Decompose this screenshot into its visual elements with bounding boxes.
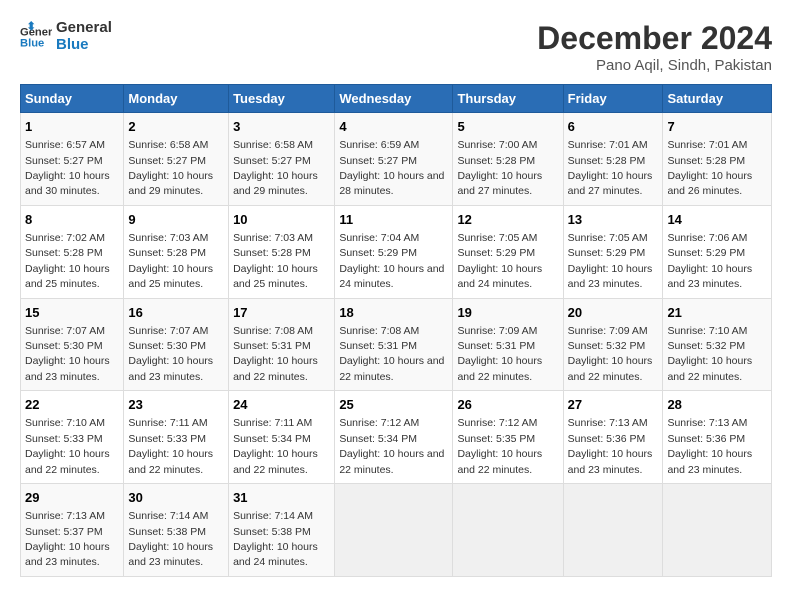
table-row: 14 Sunrise: 7:06 AMSunset: 5:29 PMDaylig… (663, 205, 772, 298)
calendar-week-3: 15 Sunrise: 7:07 AMSunset: 5:30 PMDaylig… (21, 298, 772, 391)
table-row: 23 Sunrise: 7:11 AMSunset: 5:33 PMDaylig… (124, 391, 229, 484)
table-row (663, 484, 772, 577)
table-row: 1 Sunrise: 6:57 AMSunset: 5:27 PMDayligh… (21, 113, 124, 206)
table-row: 8 Sunrise: 7:02 AMSunset: 5:28 PMDayligh… (21, 205, 124, 298)
table-row: 25 Sunrise: 7:12 AMSunset: 5:34 PMDaylig… (335, 391, 453, 484)
table-row: 29 Sunrise: 7:13 AMSunset: 5:37 PMDaylig… (21, 484, 124, 577)
col-thursday: Thursday (453, 85, 563, 113)
col-sunday: Sunday (21, 85, 124, 113)
table-row (335, 484, 453, 577)
calendar-week-2: 8 Sunrise: 7:02 AMSunset: 5:28 PMDayligh… (21, 205, 772, 298)
table-row: 4 Sunrise: 6:59 AMSunset: 5:27 PMDayligh… (335, 113, 453, 206)
subtitle: Pano Aqil, Sindh, Pakistan (537, 57, 772, 74)
table-row: 12 Sunrise: 7:05 AMSunset: 5:29 PMDaylig… (453, 205, 563, 298)
table-row: 9 Sunrise: 7:03 AMSunset: 5:28 PMDayligh… (124, 205, 229, 298)
table-row: 13 Sunrise: 7:05 AMSunset: 5:29 PMDaylig… (563, 205, 663, 298)
table-row: 30 Sunrise: 7:14 AMSunset: 5:38 PMDaylig… (124, 484, 229, 577)
table-row: 24 Sunrise: 7:11 AMSunset: 5:34 PMDaylig… (229, 391, 335, 484)
calendar-table: Sunday Monday Tuesday Wednesday Thursday… (20, 84, 772, 577)
table-row: 7 Sunrise: 7:01 AMSunset: 5:28 PMDayligh… (663, 113, 772, 206)
logo-line2: Blue (56, 37, 112, 54)
col-tuesday: Tuesday (229, 85, 335, 113)
table-row: 15 Sunrise: 7:07 AMSunset: 5:30 PMDaylig… (21, 298, 124, 391)
table-row: 21 Sunrise: 7:10 AMSunset: 5:32 PMDaylig… (663, 298, 772, 391)
table-row: 27 Sunrise: 7:13 AMSunset: 5:36 PMDaylig… (563, 391, 663, 484)
table-row: 26 Sunrise: 7:12 AMSunset: 5:35 PMDaylig… (453, 391, 563, 484)
col-saturday: Saturday (663, 85, 772, 113)
table-row (563, 484, 663, 577)
logo: General Blue General Blue (20, 20, 112, 53)
table-row: 22 Sunrise: 7:10 AMSunset: 5:33 PMDaylig… (21, 391, 124, 484)
calendar-week-1: 1 Sunrise: 6:57 AMSunset: 5:27 PMDayligh… (21, 113, 772, 206)
col-friday: Friday (563, 85, 663, 113)
calendar-week-5: 29 Sunrise: 7:13 AMSunset: 5:37 PMDaylig… (21, 484, 772, 577)
table-row: 6 Sunrise: 7:01 AMSunset: 5:28 PMDayligh… (563, 113, 663, 206)
table-row: 17 Sunrise: 7:08 AMSunset: 5:31 PMDaylig… (229, 298, 335, 391)
table-row: 16 Sunrise: 7:07 AMSunset: 5:30 PMDaylig… (124, 298, 229, 391)
svg-text:General: General (20, 26, 52, 38)
main-title: December 2024 (537, 20, 772, 57)
table-row: 18 Sunrise: 7:08 AMSunset: 5:31 PMDaylig… (335, 298, 453, 391)
logo-line1: General (56, 20, 112, 37)
page-header: General Blue General Blue December 2024 … (20, 20, 772, 74)
calendar-week-4: 22 Sunrise: 7:10 AMSunset: 5:33 PMDaylig… (21, 391, 772, 484)
table-row: 31 Sunrise: 7:14 AMSunset: 5:38 PMDaylig… (229, 484, 335, 577)
svg-text:Blue: Blue (20, 37, 44, 49)
table-row: 11 Sunrise: 7:04 AMSunset: 5:29 PMDaylig… (335, 205, 453, 298)
calendar-header-row: Sunday Monday Tuesday Wednesday Thursday… (21, 85, 772, 113)
table-row: 28 Sunrise: 7:13 AMSunset: 5:36 PMDaylig… (663, 391, 772, 484)
logo-icon: General Blue (20, 21, 52, 53)
table-row: 5 Sunrise: 7:00 AMSunset: 5:28 PMDayligh… (453, 113, 563, 206)
table-row: 10 Sunrise: 7:03 AMSunset: 5:28 PMDaylig… (229, 205, 335, 298)
table-row (453, 484, 563, 577)
table-row: 20 Sunrise: 7:09 AMSunset: 5:32 PMDaylig… (563, 298, 663, 391)
table-row: 3 Sunrise: 6:58 AMSunset: 5:27 PMDayligh… (229, 113, 335, 206)
table-row: 2 Sunrise: 6:58 AMSunset: 5:27 PMDayligh… (124, 113, 229, 206)
table-row: 19 Sunrise: 7:09 AMSunset: 5:31 PMDaylig… (453, 298, 563, 391)
title-area: December 2024 Pano Aqil, Sindh, Pakistan (537, 20, 772, 74)
col-monday: Monday (124, 85, 229, 113)
col-wednesday: Wednesday (335, 85, 453, 113)
